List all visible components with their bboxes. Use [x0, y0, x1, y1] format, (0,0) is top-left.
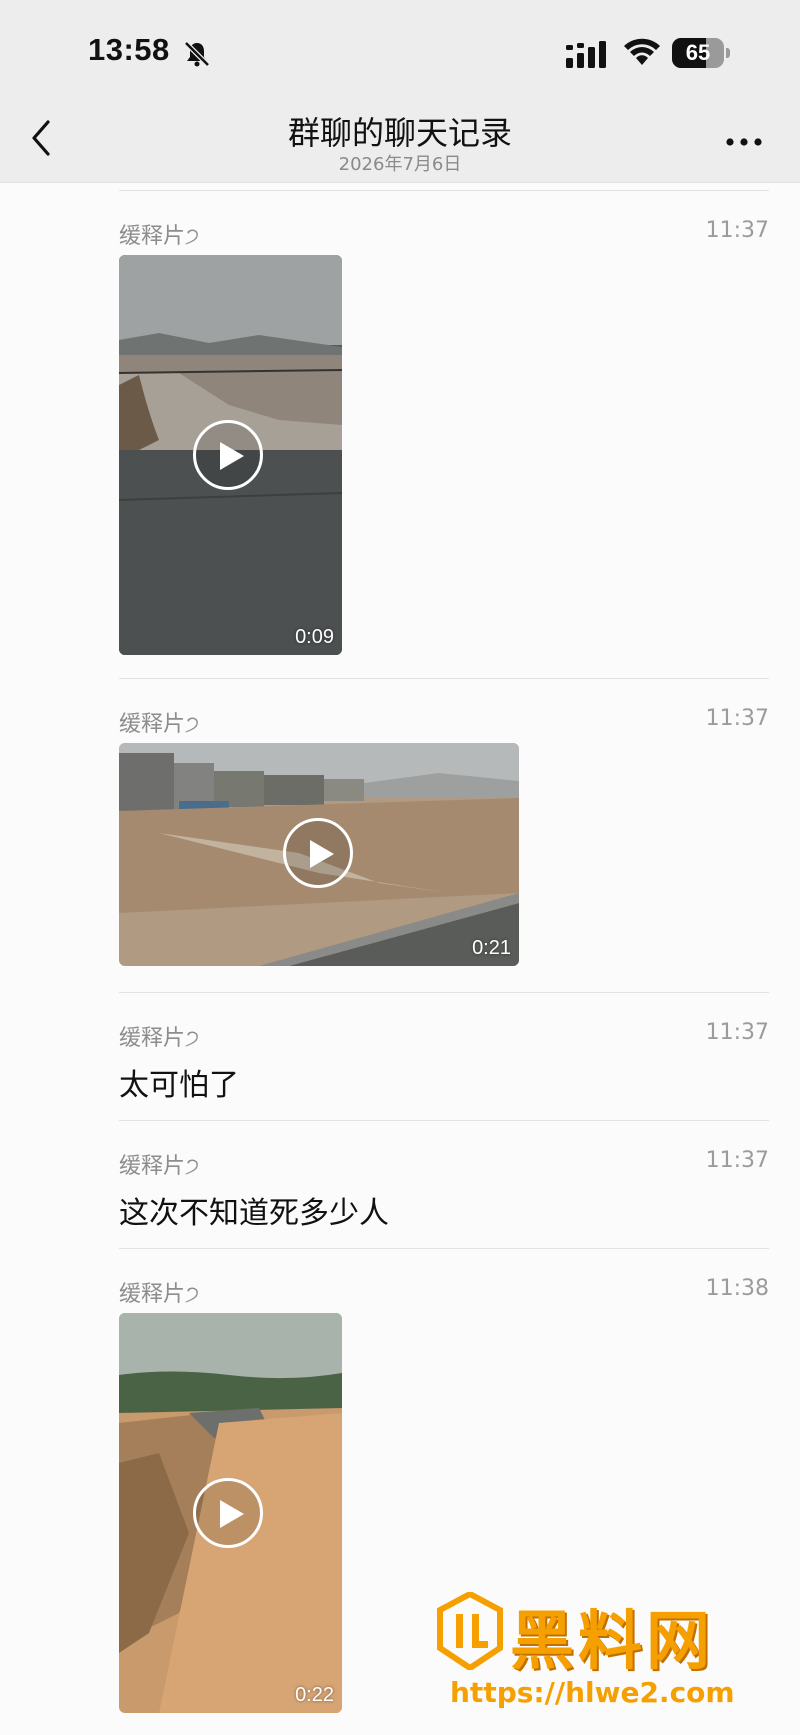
wifi-icon	[624, 38, 660, 65]
message-time: 11:37	[705, 706, 769, 731]
list-item: 缓释片੭ 11:37 这次不知道死多少人	[119, 1148, 769, 1248]
message-time: 11:37	[705, 1020, 769, 1045]
divider	[119, 992, 769, 993]
sender-name: 缓释片੭	[119, 224, 200, 249]
sender-name: 缓释片੭	[119, 1026, 200, 1051]
list-item: 缓释片੭ 11:37 0:09	[119, 218, 769, 658]
video-thumbnail[interactable]: 0:21	[119, 743, 519, 966]
watermark-text: 黑料网	[510, 1605, 714, 1679]
watermark: 黑料网 https://hlwe2.com	[436, 1590, 776, 1730]
sender-name: 缓释片੭	[119, 1154, 200, 1179]
battery-level: 65	[685, 40, 711, 65]
status-time: 13:58	[88, 32, 170, 67]
watermark-url: https://hlwe2.com	[450, 1676, 735, 1709]
status-bar: 13:58 65	[0, 0, 800, 100]
play-icon[interactable]	[283, 818, 353, 888]
more-icon[interactable]	[724, 130, 764, 154]
page-title: 群聊的聊天记录	[287, 114, 512, 152]
watermark-logo-icon	[437, 1592, 503, 1670]
video-duration: 0:09	[295, 626, 334, 648]
signal-icon	[566, 41, 606, 68]
divider	[119, 190, 769, 191]
sender-name: 缓释片੭	[119, 1282, 200, 1307]
message-text: 这次不知道死多少人	[119, 1196, 389, 1231]
message-time: 11:37	[705, 218, 769, 243]
page-subtitle-date: 2026年7月6日	[338, 154, 462, 175]
play-icon[interactable]	[193, 1478, 263, 1548]
message-text: 太可怕了	[119, 1068, 239, 1103]
sender-name: 缓释片੭	[119, 712, 200, 737]
battery-icon: 65	[672, 38, 730, 68]
bell-muted-icon	[184, 41, 210, 67]
chat-history-page: 13:58 65 群聊的聊天记录 2026年7月6日 缓释片੭ 11:37 0:…	[0, 0, 800, 1735]
nav-bar: 群聊的聊天记录 2026年7月6日	[0, 100, 800, 183]
divider	[119, 1248, 769, 1249]
list-item: 缓释片੭ 11:37 0:21	[119, 706, 769, 966]
video-thumbnail[interactable]: 0:22	[119, 1313, 342, 1713]
video-duration: 0:21	[472, 937, 511, 959]
divider	[119, 678, 769, 679]
divider	[119, 1120, 769, 1121]
message-time: 11:37	[705, 1148, 769, 1173]
video-duration: 0:22	[295, 1684, 334, 1706]
play-icon[interactable]	[193, 420, 263, 490]
list-item: 缓释片੭ 11:37 太可怕了	[119, 1020, 769, 1120]
video-thumbnail[interactable]: 0:09	[119, 255, 342, 655]
message-time: 11:38	[705, 1276, 769, 1301]
